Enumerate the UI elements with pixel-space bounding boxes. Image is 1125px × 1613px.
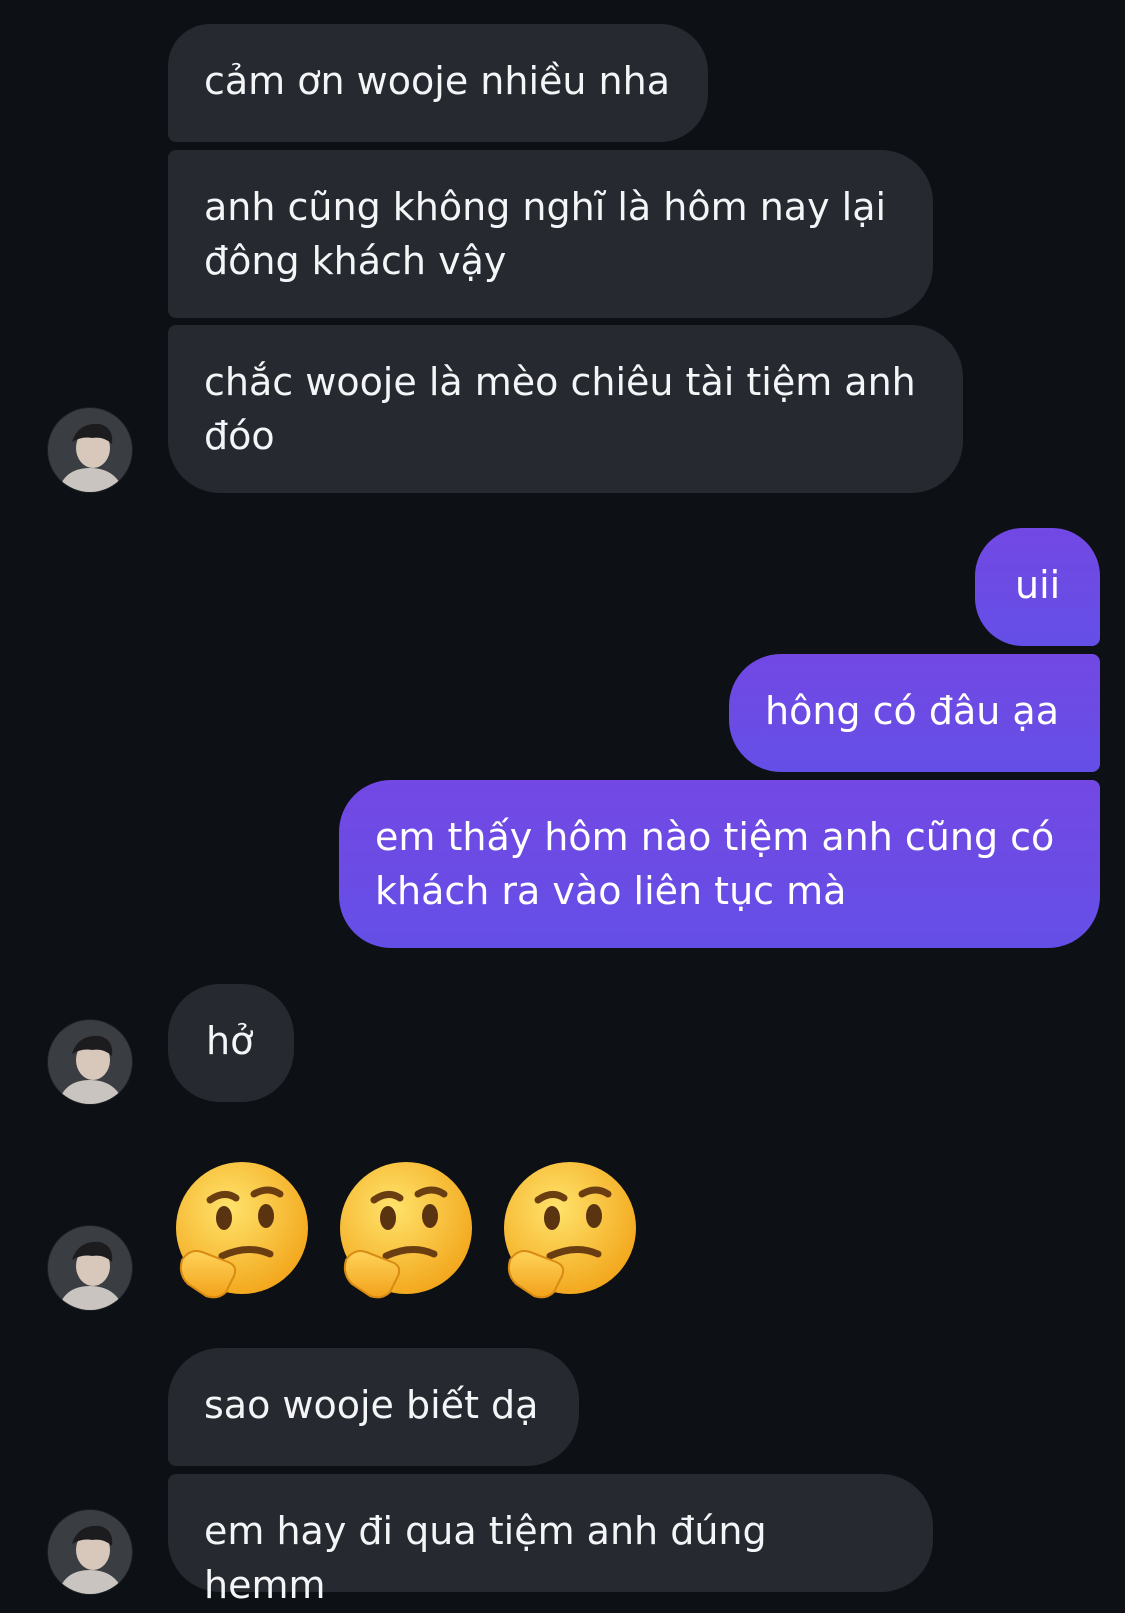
thinking-face-icon <box>176 1162 308 1299</box>
message-bubble-incoming[interactable]: chắc wooje là mèo chiêu tài tiệm anh đóo <box>168 325 963 493</box>
contact-avatar[interactable] <box>48 1510 132 1594</box>
message-bubble-outgoing[interactable]: hông có đâu ạa <box>729 654 1100 772</box>
thinking-face-icon <box>504 1162 636 1299</box>
thinking-face-icon <box>340 1162 472 1299</box>
message-bubble-incoming[interactable]: sao wooje biết dạ <box>168 1348 579 1466</box>
message-bubble-incoming[interactable]: hở <box>168 984 294 1102</box>
emoji-message[interactable] <box>172 1160 640 1300</box>
message-bubble-outgoing[interactable]: em thấy hôm nào tiệm anh cũng có khách r… <box>339 780 1100 948</box>
contact-avatar[interactable] <box>48 408 132 492</box>
message-bubble-incoming[interactable]: cảm ơn wooje nhiều nha <box>168 24 708 142</box>
person-photo-icon <box>48 408 132 492</box>
person-photo-icon <box>48 1226 132 1310</box>
person-photo-icon <box>48 1510 132 1594</box>
message-bubble-outgoing[interactable]: uii <box>975 528 1100 646</box>
contact-avatar[interactable] <box>48 1226 132 1310</box>
message-bubble-incoming[interactable]: anh cũng không nghĩ là hôm nay lại đông … <box>168 150 933 318</box>
contact-avatar[interactable] <box>48 1020 132 1104</box>
person-photo-icon <box>48 1020 132 1104</box>
message-bubble-incoming[interactable]: em hay đi qua tiệm anh đúng hemm <box>168 1474 933 1607</box>
